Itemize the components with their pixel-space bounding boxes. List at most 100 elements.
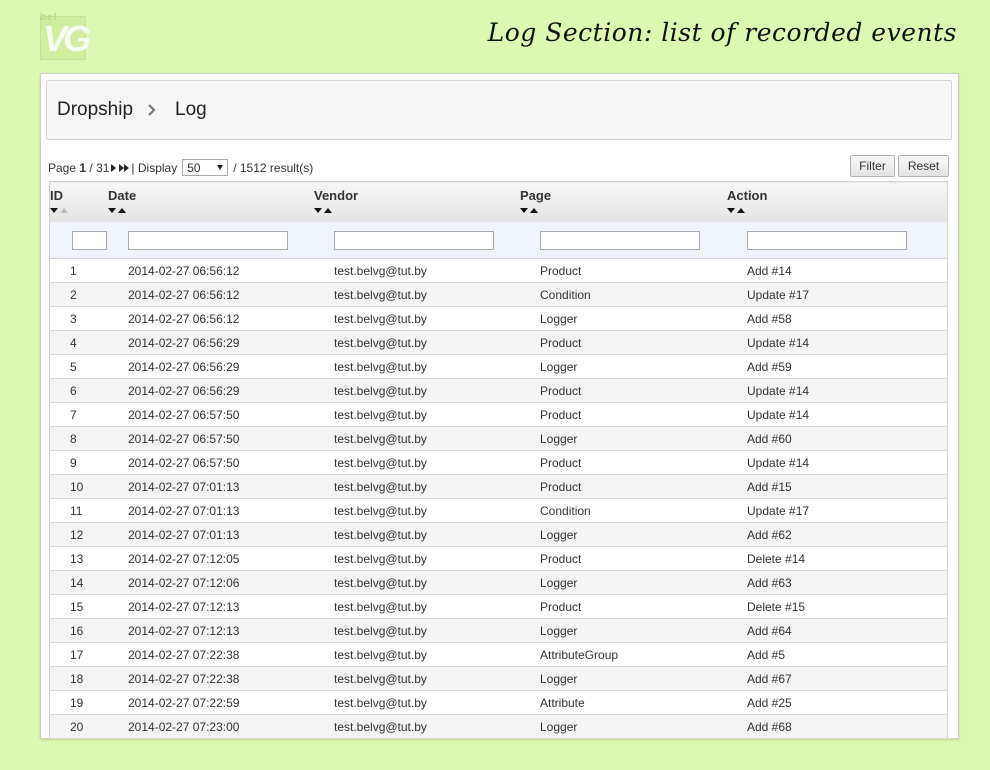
cell-id: 15	[49, 594, 108, 619]
page-headline: Log Section: list of recorded events	[487, 18, 957, 47]
cell-page: Condition	[520, 498, 727, 523]
cell-page: Product	[520, 258, 727, 283]
cell-vendor: test.belvg@tut.by	[314, 258, 520, 283]
cell-date: 2014-02-27 07:23:00	[108, 714, 314, 739]
cell-action: Delete #15	[727, 594, 948, 619]
cell-id: 20	[49, 714, 108, 739]
chevron-right-icon	[147, 104, 161, 116]
page-filter-input[interactable]	[540, 230, 700, 250]
belvg-logo: bel VG	[40, 12, 91, 60]
cell-vendor: test.belvg@tut.by	[314, 378, 520, 403]
cell-date: 2014-02-27 07:12:13	[108, 594, 314, 619]
table-row[interactable]: 6 2014-02-27 06:56:29 test.belvg@tut.by Pro…	[49, 378, 948, 403]
cell-vendor: test.belvg@tut.by	[314, 282, 520, 307]
cell-id: 2	[49, 282, 108, 307]
per-page-value: 50	[187, 160, 201, 175]
cell-action: Add #62	[727, 522, 948, 547]
column-header-id[interactable]: ID	[49, 181, 108, 222]
sort-asc-icon[interactable]	[118, 207, 126, 213]
cell-action: Add #25	[727, 690, 948, 715]
cell-id: 5	[49, 354, 108, 379]
cell-date: 2014-02-27 07:22:38	[108, 642, 314, 667]
cell-id: 1	[49, 258, 108, 283]
cell-id: 12	[49, 522, 108, 547]
cell-page: Logger	[520, 522, 727, 547]
cell-page: Product	[520, 402, 727, 427]
column-header-vendor[interactable]: Vendor	[314, 181, 520, 222]
table-row[interactable]: 2 2014-02-27 06:56:12 test.belvg@tut.by Con…	[49, 282, 948, 307]
sort-asc-icon[interactable]	[530, 207, 538, 213]
vendor-filter-input[interactable]	[334, 230, 494, 250]
cell-action: Update #14	[727, 330, 948, 355]
column-header-action[interactable]: Action	[727, 181, 948, 222]
filter-button[interactable]: Filter	[850, 155, 895, 177]
sort-asc-icon[interactable]	[60, 207, 68, 213]
table-row[interactable]: 18 2014-02-27 07:22:38 test.belvg@tut.by Lo…	[49, 666, 948, 691]
sort-asc-icon[interactable]	[324, 207, 332, 213]
action-filter-input[interactable]	[747, 230, 907, 250]
cell-vendor: test.belvg@tut.by	[314, 618, 520, 643]
sort-desc-icon[interactable]	[108, 207, 116, 213]
cell-id: 8	[49, 426, 108, 451]
cell-date: 2014-02-27 07:12:05	[108, 546, 314, 571]
chevron-down-icon	[217, 165, 224, 170]
cell-vendor: test.belvg@tut.by	[314, 642, 520, 667]
table-row[interactable]: 19 2014-02-27 07:22:59 test.belvg@tut.by At…	[49, 690, 948, 715]
table-row[interactable]: 3 2014-02-27 06:56:12 test.belvg@tut.by Log…	[49, 306, 948, 331]
cell-vendor: test.belvg@tut.by	[314, 714, 520, 739]
table-row[interactable]: 14 2014-02-27 07:12:06 test.belvg@tut.by Lo…	[49, 570, 948, 595]
cell-action: Update #17	[727, 498, 948, 523]
table-row[interactable]: 16 2014-02-27 07:12:13 test.belvg@tut.by Lo…	[49, 618, 948, 643]
next-page-icon[interactable]	[111, 163, 117, 172]
cell-page: Product	[520, 474, 727, 499]
table-row[interactable]: 4 2014-02-27 06:56:29 test.belvg@tut.by Pro…	[49, 330, 948, 355]
cell-page: Logger	[520, 618, 727, 643]
table-row[interactable]: 10 2014-02-27 07:01:13 test.belvg@tut.by Pr…	[49, 474, 948, 499]
table-row[interactable]: 15 2014-02-27 07:12:13 test.belvg@tut.by Pr…	[49, 594, 948, 619]
table-row[interactable]: 11 2014-02-27 07:01:13 test.belvg@tut.by Co…	[49, 498, 948, 523]
table-row[interactable]: 7 2014-02-27 06:57:50 test.belvg@tut.by Pro…	[49, 402, 948, 427]
column-header-date[interactable]: Date	[108, 181, 314, 222]
cell-vendor: test.belvg@tut.by	[314, 474, 520, 499]
per-page-select[interactable]: 50	[182, 159, 229, 176]
date-filter-input[interactable]	[128, 230, 288, 250]
cell-action: Add #14	[727, 258, 948, 283]
cell-id: 11	[49, 498, 108, 523]
cell-date: 2014-02-27 06:57:50	[108, 402, 314, 427]
cell-page: Product	[520, 330, 727, 355]
table-row[interactable]: 13 2014-02-27 07:12:05 test.belvg@tut.by Pr…	[49, 546, 948, 571]
cell-vendor: test.belvg@tut.by	[314, 426, 520, 451]
table-row[interactable]: 20 2014-02-27 07:23:00 test.belvg@tut.by Lo…	[49, 714, 948, 739]
current-page: 1	[79, 160, 87, 175]
cell-page: Logger	[520, 714, 727, 739]
cell-action: Add #58	[727, 306, 948, 331]
cell-action: Add #59	[727, 354, 948, 379]
sort-desc-icon[interactable]	[727, 207, 735, 213]
cell-vendor: test.belvg@tut.by	[314, 306, 520, 331]
cell-id: 7	[49, 402, 108, 427]
content-panel: Dropship Log Page 1 / 31 | Display 50 / …	[40, 73, 959, 739]
breadcrumb: Dropship Log	[46, 80, 952, 140]
table-row[interactable]: 17 2014-02-27 07:22:38 test.belvg@tut.by At…	[49, 642, 948, 667]
cell-vendor: test.belvg@tut.by	[314, 498, 520, 523]
pager: Page 1 / 31 | Display 50 / 1512 result(s…	[48, 159, 313, 176]
id-filter-input[interactable]	[72, 230, 107, 250]
sort-desc-icon[interactable]	[314, 207, 322, 213]
table-row[interactable]: 9 2014-02-27 06:57:50 test.belvg@tut.by Pro…	[49, 450, 948, 475]
cell-page: Logger	[520, 426, 727, 451]
table-row[interactable]: 12 2014-02-27 07:01:13 test.belvg@tut.by Lo…	[49, 522, 948, 547]
sort-desc-icon[interactable]	[520, 207, 528, 213]
reset-button[interactable]: Reset	[898, 155, 949, 177]
cell-action: Add #64	[727, 618, 948, 643]
table-row[interactable]: 1 2014-02-27 06:56:12 test.belvg@tut.by Pro…	[49, 258, 948, 283]
table-row[interactable]: 5 2014-02-27 06:56:29 test.belvg@tut.by Log…	[49, 354, 948, 379]
last-page-icon[interactable]	[119, 163, 130, 172]
cell-action: Update #14	[727, 450, 948, 475]
column-header-page[interactable]: Page	[520, 181, 727, 222]
breadcrumb-parent[interactable]: Dropship	[57, 99, 133, 121]
cell-date: 2014-02-27 06:57:50	[108, 450, 314, 475]
table-row[interactable]: 8 2014-02-27 06:57:50 test.belvg@tut.by Log…	[49, 426, 948, 451]
sort-asc-icon[interactable]	[737, 207, 745, 213]
cell-date: 2014-02-27 06:56:12	[108, 258, 314, 283]
sort-desc-icon[interactable]	[50, 207, 58, 213]
